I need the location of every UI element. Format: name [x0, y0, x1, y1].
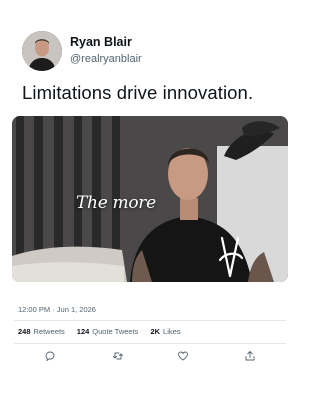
reply-button[interactable]: [42, 348, 58, 364]
quotes-count: 124: [76, 327, 90, 336]
tweet-media[interactable]: The more: [12, 116, 288, 282]
retweets-count: 248: [18, 327, 31, 336]
tweet-timestamp[interactable]: 12:00 PM · Jun 1, 2026: [18, 305, 96, 314]
avatar-image: [22, 31, 62, 71]
retweets-label: Retweets: [33, 327, 65, 336]
quotes-stat[interactable]: 124 Quote Tweets: [77, 327, 139, 339]
author-name[interactable]: Ryan Blair: [70, 35, 132, 49]
divider: [14, 343, 286, 344]
avatar[interactable]: [22, 31, 62, 71]
reply-icon: [45, 351, 55, 361]
tweet-actions: [0, 348, 300, 368]
share-icon: [245, 351, 255, 361]
retweet-icon: [113, 352, 123, 360]
divider: [14, 320, 286, 321]
like-button[interactable]: [175, 348, 191, 364]
share-button[interactable]: [242, 348, 258, 364]
like-icon: [178, 351, 188, 361]
likes-count: 2K: [150, 327, 161, 336]
video-caption: The more: [76, 193, 156, 213]
tweet-stats: 248 Retweets 124 Quote Tweets 2K Likes: [18, 327, 181, 339]
author-handle[interactable]: @realryanblair: [70, 53, 142, 65]
likes-label: Likes: [163, 327, 181, 336]
tweet-text: Limitations drive innovation.: [22, 82, 254, 103]
retweet-button[interactable]: [110, 348, 126, 364]
tweet-header: Ryan Blair @realryanblair: [20, 31, 280, 73]
likes-stat[interactable]: 2K Likes: [150, 327, 180, 339]
quotes-label: Quote Tweets: [92, 327, 139, 336]
retweets-stat[interactable]: 248 Retweets: [18, 327, 65, 339]
